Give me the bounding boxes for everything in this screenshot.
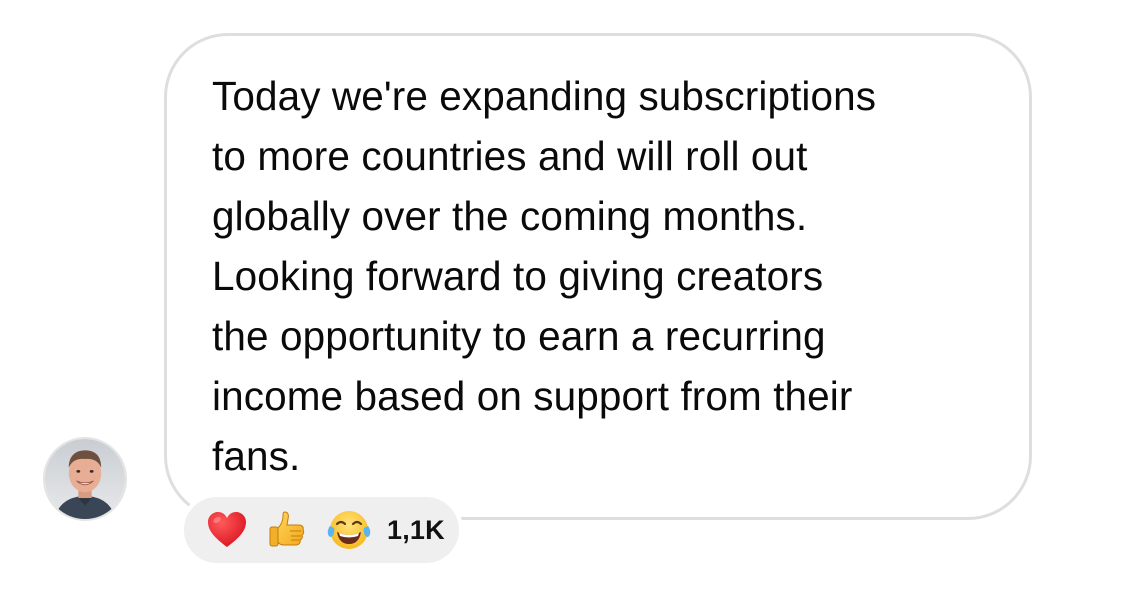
message-text: Today we're expanding subscriptions to m… (212, 66, 1002, 486)
reactions-pill[interactable]: 1,1K (180, 493, 463, 567)
red-heart-icon (204, 507, 250, 553)
thumbs-up-icon (265, 507, 311, 553)
person-avatar-icon (45, 439, 125, 519)
message-line: fans. (212, 433, 301, 479)
sender-avatar[interactable] (43, 437, 127, 521)
message-thread: Today we're expanding subscriptions to m… (0, 0, 1148, 590)
message-line: income based on support from their (212, 373, 853, 419)
message-line: the opportunity to earn a recurring (212, 313, 826, 359)
message-line: to more countries and will roll out (212, 133, 808, 179)
reaction-count: 1,1K (387, 514, 445, 545)
message-line: Looking forward to giving creators (212, 253, 824, 299)
message-line: Today we're expanding subscriptions (212, 73, 877, 119)
tears-of-joy-icon (326, 507, 372, 553)
message-line: globally over the coming months. (212, 193, 808, 239)
